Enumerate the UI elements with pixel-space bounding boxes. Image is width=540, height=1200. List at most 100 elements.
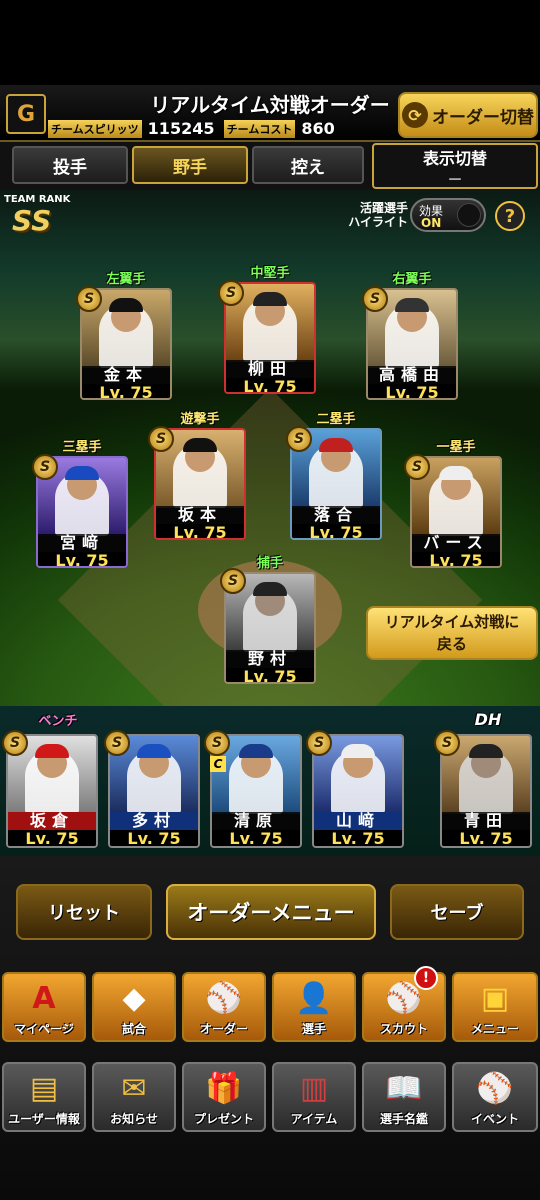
player-level: Lv. 75: [82, 384, 170, 398]
nav-menu-button[interactable]: ▣ メニュー: [452, 972, 538, 1042]
field-icon: ⚾: [205, 981, 243, 1016]
app-screen: { "header": { "title": "リアルタイム対戦オーダー", "…: [0, 0, 540, 1200]
player-name: 宮﨑: [38, 534, 126, 552]
order-switch-button[interactable]: ⟳ オーダー切替: [398, 92, 538, 138]
nav-label: スカウト: [379, 1022, 428, 1036]
nav-label: メニュー: [470, 1022, 519, 1036]
player-name: 山﨑: [314, 812, 402, 830]
nav-news-button[interactable]: ✉ お知らせ: [92, 1062, 176, 1132]
scout-icon: ⚾: [385, 981, 423, 1016]
display-switch-value: －: [446, 170, 463, 189]
rarity-badge-icon: S: [148, 426, 174, 452]
user-info-icon: ▤: [29, 1071, 59, 1106]
rarity-badge-icon: S: [306, 730, 332, 756]
player-name: 野村: [226, 650, 314, 668]
nav-player-directory-button[interactable]: 📖 選手名鑑: [362, 1062, 446, 1132]
rarity-badge-icon: S: [434, 730, 460, 756]
nav-mypage-button[interactable]: A マイページ: [2, 972, 86, 1042]
player-level: Lv. 75: [314, 830, 402, 846]
player-level: Lv. 75: [8, 830, 96, 846]
rarity-badge-icon: S: [218, 280, 244, 306]
tab-pitcher[interactable]: 投手: [12, 146, 128, 184]
player-level: Lv. 75: [212, 830, 300, 846]
effect-state: ON: [421, 216, 442, 230]
item-icon: ▥: [299, 1071, 329, 1106]
rarity-badge-icon: S: [32, 454, 58, 480]
team-spirits-label: チームスピリッツ: [48, 119, 142, 138]
nav-label: 試合: [121, 1022, 146, 1036]
nav-game-button[interactable]: ◆ 試合: [92, 972, 176, 1042]
highlight-label: 活躍選手 ハイライト: [334, 201, 408, 229]
menu-icon: ▣: [480, 981, 510, 1016]
help-icon[interactable]: ?: [495, 201, 525, 231]
event-icon: ⚾: [476, 1071, 514, 1106]
player-name: バース: [412, 534, 500, 552]
team-stats: チームスピリッツ 115245 チームコスト 860: [48, 119, 335, 138]
tab-reserve[interactable]: 控え: [252, 146, 364, 184]
team-cost-label: チームコスト: [223, 119, 296, 138]
reset-button[interactable]: リセット: [16, 884, 152, 940]
nav-label: 選手: [301, 1022, 326, 1036]
nav-label: アイテム: [290, 1112, 338, 1126]
position-label-first-base: 一塁手: [436, 440, 476, 455]
toggle-knob: [457, 203, 481, 227]
stadium-icon: ◆: [122, 981, 146, 1016]
position-label-right-field: 右翼手: [392, 272, 432, 287]
nav-player-button[interactable]: 👤 選手: [272, 972, 356, 1042]
page-title: リアルタイム対戦オーダー: [150, 93, 390, 117]
rarity-badge-icon: S: [104, 730, 130, 756]
rarity-badge-icon: S: [2, 730, 28, 756]
nav-label: イベント: [470, 1112, 519, 1126]
player-name: 清原: [212, 812, 300, 830]
rarity-badge-icon: S: [404, 454, 430, 480]
player-name: 青田: [442, 812, 530, 830]
player-level: Lv. 75: [412, 552, 500, 566]
player-level: Lv. 75: [226, 378, 314, 392]
player-level: Lv. 75: [442, 830, 530, 846]
order-switch-label: オーダー切替: [432, 107, 534, 128]
player-level: Lv. 75: [156, 524, 244, 538]
nav-item-button[interactable]: ▥ アイテム: [272, 1062, 356, 1132]
nav-label: お知らせ: [110, 1112, 158, 1126]
rarity-badge-icon: S: [204, 730, 230, 756]
dh-label: DH: [474, 710, 502, 729]
captain-mark-icon: C: [210, 756, 226, 772]
effect-toggle[interactable]: 効果 ON: [410, 198, 486, 232]
team-spirits-value: 115245: [147, 119, 215, 138]
save-button[interactable]: セーブ: [390, 884, 524, 940]
nav-order-button[interactable]: ⚾ オーダー: [182, 972, 266, 1042]
tab-fielder[interactable]: 野手: [132, 146, 248, 184]
nav-label: プレゼント: [193, 1112, 254, 1126]
team-rank-value: SS: [12, 204, 52, 237]
player-name: 柳田: [226, 360, 314, 378]
rarity-badge-icon: S: [220, 568, 246, 594]
team-cost-value: 860: [301, 119, 335, 138]
order-menu-button[interactable]: オーダーメニュー: [166, 884, 376, 940]
directory-icon: 📖: [385, 1071, 423, 1106]
position-label-shortstop: 遊撃手: [180, 412, 220, 427]
highlight-label-line1: 活躍選手: [359, 201, 408, 215]
nav-user-info-button[interactable]: ▤ ユーザー情報: [2, 1062, 86, 1132]
player-level: Lv. 75: [38, 552, 126, 566]
position-label-center-field: 中堅手: [250, 266, 290, 281]
player-name: 高橋由: [368, 366, 456, 384]
back-to-realtime-button[interactable]: リアルタイム対戦に 戻る: [366, 606, 538, 660]
notification-badge-icon: !: [414, 966, 438, 990]
player-name: 坂本: [156, 506, 244, 524]
nav-event-button[interactable]: ⚾ イベント: [452, 1062, 538, 1132]
nav-present-button[interactable]: 🎁 プレゼント: [182, 1062, 266, 1132]
mypage-icon: A: [32, 981, 56, 1016]
rarity-badge-icon: S: [286, 426, 312, 452]
nav-label: オーダー: [199, 1022, 248, 1036]
back-button-line2: 戻る: [436, 635, 467, 653]
player-level: Lv. 75: [226, 668, 314, 682]
position-label-third-base: 三塁手: [62, 440, 102, 455]
gift-icon: 🎁: [205, 1071, 243, 1106]
news-icon: ✉: [121, 1071, 147, 1106]
bench-label: ベンチ: [38, 714, 78, 729]
player-name: 落合: [292, 506, 380, 524]
player-name: 金本: [82, 366, 170, 384]
rarity-badge-icon: S: [76, 286, 102, 312]
team-logo-icon: G: [6, 94, 46, 134]
player-level: Lv. 75: [110, 830, 198, 846]
